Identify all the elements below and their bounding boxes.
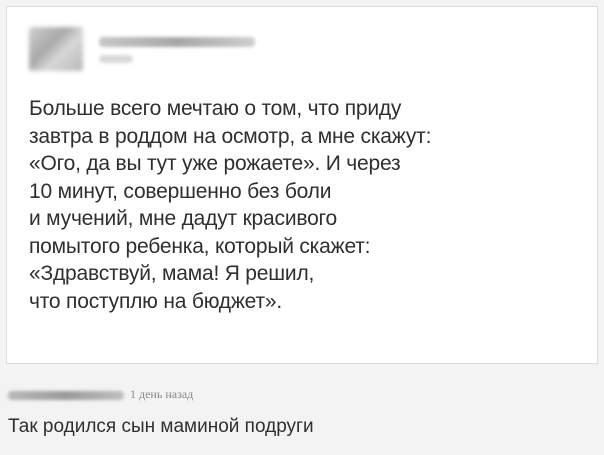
post-text: Больше всего мечтаю о том, что приду зав… xyxy=(29,95,589,315)
author-avatar[interactable] xyxy=(29,27,83,71)
author-name-blurred[interactable] xyxy=(99,37,255,47)
post-card: Больше всего мечтаю о том, что приду зав… xyxy=(6,6,598,364)
post-line: и мучений, мне дадут красивого xyxy=(29,207,338,230)
post-line: Больше всего мечтаю о том, что приду xyxy=(29,97,402,120)
comment-text: Так родился сын маминой подруги xyxy=(8,416,314,437)
post-line: «Ого, да вы тут уже рожаете». И через xyxy=(29,152,401,175)
post-line: «Здравствуй, мама! Я решил, xyxy=(29,262,315,285)
comment-timestamp[interactable]: 1 день назад xyxy=(130,387,193,402)
screenshot-frame: Больше всего мечтаю о том, что приду зав… xyxy=(0,0,604,455)
post-line: что поступлю на бюджет». xyxy=(29,289,282,313)
post-line: завтра в роддом на осмотр, а мне скажут: xyxy=(29,124,432,148)
post-line: 10 минут, совершенно без боли xyxy=(29,179,332,203)
commenter-name-blurred[interactable] xyxy=(8,391,124,400)
post-line: помытого ребенка, который скажет: xyxy=(29,234,371,258)
author-meta-blurred xyxy=(99,55,133,63)
comment: 1 день назад Так родился сын маминой под… xyxy=(0,376,604,455)
